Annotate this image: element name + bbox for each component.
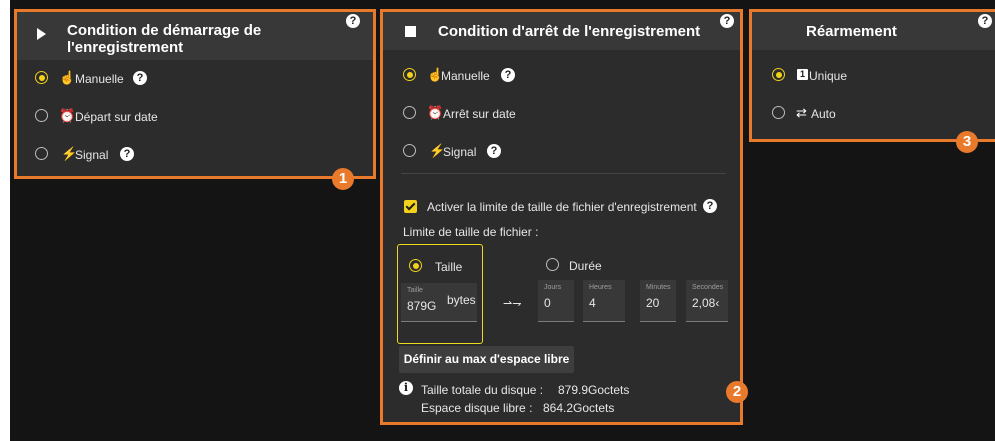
stop-option-signal-label[interactable]: Signal bbox=[443, 145, 476, 159]
info-icon: i bbox=[399, 381, 413, 395]
size-input-value: 879G bbox=[407, 299, 437, 313]
start-option-signal-radio[interactable] bbox=[35, 147, 48, 160]
days-input-label: Jours bbox=[544, 284, 562, 291]
repeat-icon: ⇄ bbox=[796, 105, 807, 120]
stop-option-date-label[interactable]: Arrêt sur date bbox=[443, 107, 516, 121]
stop-signal-help-icon[interactable]: ? bbox=[487, 144, 501, 158]
stop-option-manual-radio[interactable] bbox=[403, 68, 416, 81]
hours-input-label: Heures bbox=[589, 284, 612, 291]
limit-checkbox-label[interactable]: Activer la limite de taille de fichier d… bbox=[427, 200, 697, 214]
rearm-option-auto-label[interactable]: Auto bbox=[811, 107, 836, 121]
size-input[interactable]: Taille 879G bytes bbox=[401, 283, 477, 322]
highlight-badge-1: 1 bbox=[332, 168, 354, 190]
size-input-label: Taille bbox=[407, 287, 423, 294]
single-icon: 1 bbox=[797, 69, 808, 80]
disk-total-value: 879.9Goctets bbox=[558, 383, 630, 397]
start-signal-help-icon[interactable]: ? bbox=[120, 147, 134, 161]
rearm-panel: Réarmement ? 1 Unique ⇄ Auto bbox=[752, 12, 995, 139]
limit-help-icon[interactable]: ? bbox=[703, 199, 717, 213]
days-input[interactable]: Jours 0 bbox=[538, 280, 574, 322]
stop-condition-panel: Condition d'arrêt de l'enregistrement ? … bbox=[383, 12, 740, 422]
start-panel-help-icon[interactable]: ? bbox=[346, 14, 360, 28]
swap-arrows-icon: ⇀⇁ bbox=[503, 298, 522, 310]
hours-input-value: 4 bbox=[589, 296, 596, 310]
start-option-manual-label[interactable]: Manuelle bbox=[75, 72, 124, 86]
start-option-date-label[interactable]: Départ sur date bbox=[75, 110, 158, 124]
highlight-badge-3: 3 bbox=[956, 131, 978, 153]
limit-section-label: Limite de taille de fichier : bbox=[403, 225, 539, 239]
disk-free-label: Espace disque libre : bbox=[421, 401, 533, 415]
manual-icon: ☝ bbox=[59, 70, 76, 85]
start-panel-title: Condition de démarrage de l'enregistreme… bbox=[67, 22, 262, 56]
size-option-label[interactable]: Taille bbox=[435, 260, 462, 274]
hours-input[interactable]: Heures 4 bbox=[583, 280, 625, 322]
limit-checkbox[interactable] bbox=[404, 200, 417, 213]
stop-divider bbox=[401, 173, 726, 174]
disk-free-value: 864.2Goctets bbox=[543, 401, 615, 415]
minutes-input[interactable]: Minutes 20 bbox=[640, 280, 676, 322]
stop-square-icon[interactable] bbox=[405, 26, 416, 37]
alarm-clock-icon: ⏰ bbox=[427, 105, 444, 120]
stop-panel-help-icon[interactable]: ? bbox=[720, 14, 734, 28]
rearm-option-single-radio[interactable] bbox=[772, 68, 785, 81]
start-manual-help-icon[interactable]: ? bbox=[133, 71, 147, 85]
size-unit: bytes bbox=[447, 293, 476, 307]
size-option-radio[interactable] bbox=[409, 259, 422, 272]
minutes-input-value: 20 bbox=[646, 296, 660, 310]
start-condition-panel: Condition de démarrage de l'enregistreme… bbox=[17, 12, 373, 176]
disk-total-label: Taille totale du disque : bbox=[421, 383, 544, 397]
highlight-badge-2: 2 bbox=[726, 381, 748, 403]
stop-manual-help-icon[interactable]: ? bbox=[501, 68, 515, 82]
stop-option-date-radio[interactable] bbox=[403, 106, 416, 119]
rearm-option-auto-radio[interactable] bbox=[772, 106, 785, 119]
duration-option-label[interactable]: Durée bbox=[569, 259, 602, 273]
seconds-input-label: Secondes bbox=[692, 284, 724, 291]
days-input-value: 0 bbox=[544, 296, 551, 310]
rearm-panel-title: Réarmement bbox=[806, 23, 897, 40]
minutes-input-label: Minutes bbox=[646, 284, 671, 291]
alarm-clock-icon: ⏰ bbox=[59, 108, 76, 123]
collapse-triangle-icon[interactable] bbox=[37, 28, 46, 40]
seconds-input-value: 2,08‹ bbox=[692, 296, 720, 310]
duration-option-radio[interactable] bbox=[546, 258, 559, 271]
stop-option-signal-radio[interactable] bbox=[403, 144, 416, 157]
stop-option-manual-label[interactable]: Manuelle bbox=[441, 69, 490, 83]
rearm-option-single-label[interactable]: Unique bbox=[809, 69, 847, 83]
start-option-manual-radio[interactable] bbox=[35, 71, 48, 84]
start-option-date-radio[interactable] bbox=[35, 109, 48, 122]
set-max-free-space-button[interactable]: Définir au max d'espace libre bbox=[399, 346, 574, 373]
seconds-input[interactable]: Secondes 2,08‹ bbox=[686, 280, 728, 322]
stop-panel-title: Condition d'arrêt de l'enregistrement bbox=[438, 23, 701, 40]
start-option-signal-label[interactable]: Signal bbox=[75, 148, 108, 162]
rearm-panel-help-icon[interactable]: ? bbox=[978, 14, 992, 28]
